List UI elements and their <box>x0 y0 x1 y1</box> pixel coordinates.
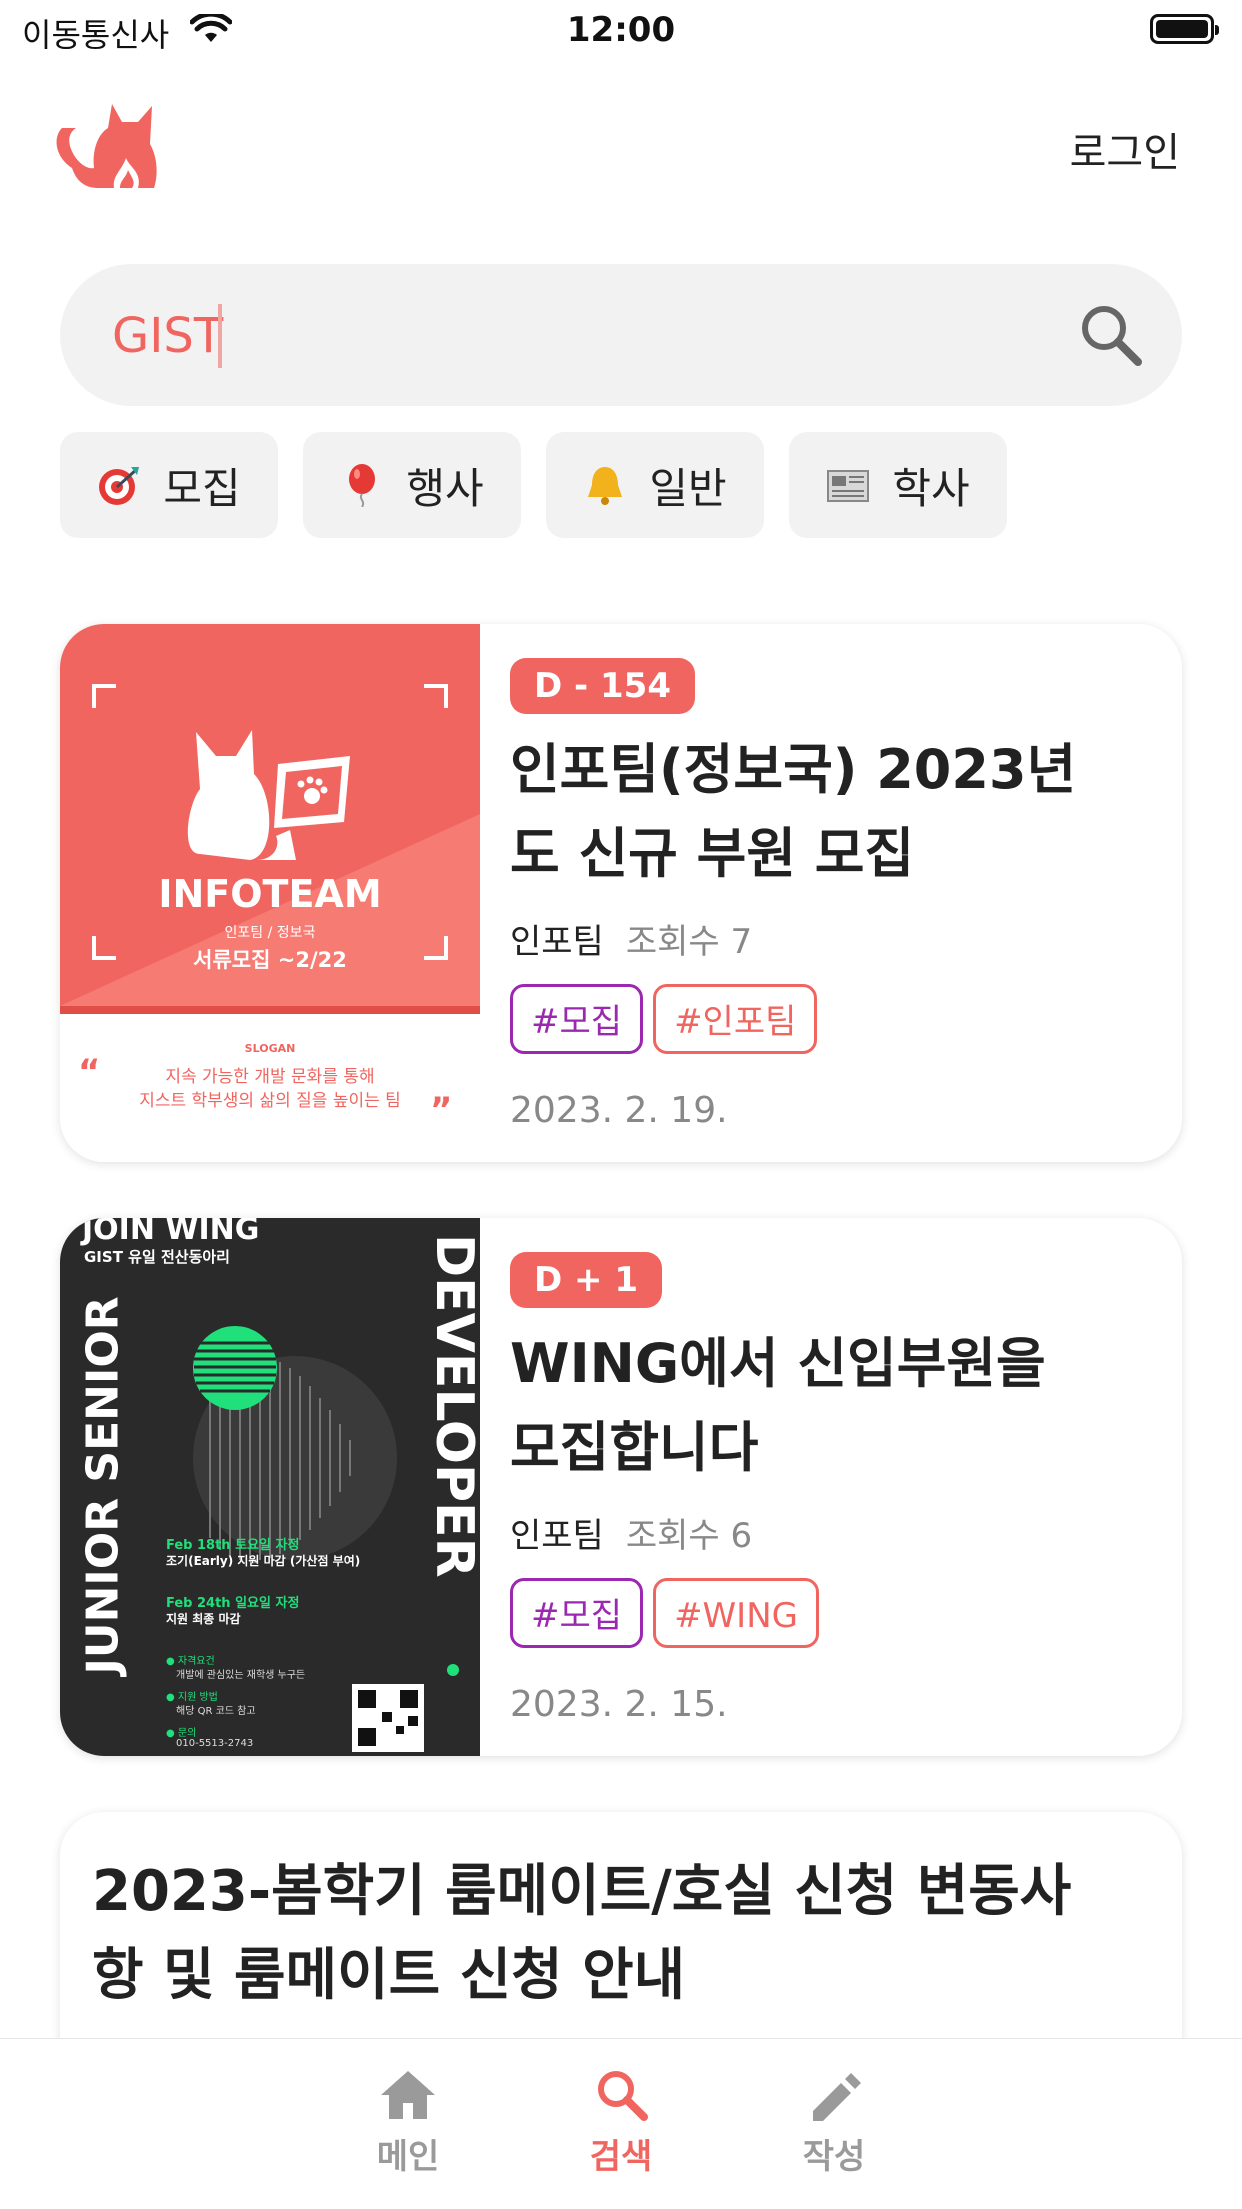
tab-label: 작성 <box>802 2137 866 2177</box>
poster-vertical-right: DEVELOPER <box>424 1234 484 1578</box>
login-link[interactable]: 로그인 <box>1070 120 1180 178</box>
post-meta: 인포팀 조회수 6 <box>510 1508 752 1557</box>
post-title: 2023-봄학기 룸메이트/호실 신청 변동사 항 및 룸메이트 신청 안내 <box>92 1850 1150 2018</box>
post-title: 인포팀(정보국) 2023년 도 신규 부원 모집 <box>510 728 1142 896</box>
pencil-icon <box>813 2073 861 2121</box>
poster-info2: ● 지원 방법 <box>166 1692 218 1703</box>
post-title-line1: 2023-봄학기 룸메이트/호실 신청 변동사 <box>92 1859 1072 1924</box>
post-views: 조회수 7 <box>625 922 753 962</box>
poster-slogan-label: SLOGAN <box>244 1042 296 1055</box>
bell-emoji-icon <box>588 467 623 505</box>
quote-close-icon: ” <box>430 1090 453 1130</box>
category-chip-general[interactable]: 일반 <box>546 432 764 538</box>
chip-label: 행사 <box>406 463 484 513</box>
category-chip-recruit[interactable]: 모집 <box>60 432 278 538</box>
post-views: 조회수 6 <box>625 1516 753 1556</box>
chip-label: 모집 <box>163 463 241 513</box>
poster-info1: ● 자격요건 <box>166 1656 215 1667</box>
tag-chip[interactable]: #인포팀 <box>653 984 818 1054</box>
poster-line1: Feb 18th 토요일 자정 <box>166 1538 300 1553</box>
post-tags: #모집 #인포팀 <box>510 984 827 1054</box>
poster-info3: ● 문의 <box>166 1728 197 1739</box>
post-title-line2: 모집합니다 <box>510 1416 759 1479</box>
tab-main[interactable]: 메인 <box>328 2067 488 2178</box>
post-title: WING에서 신입부원을 모집합니다 <box>510 1322 1142 1490</box>
target-emoji-icon <box>99 467 140 505</box>
poster-line3: Feb 24th 일요일 자정 <box>166 1596 300 1611</box>
search-input[interactable]: GIST <box>112 308 223 364</box>
tag-chip[interactable]: #모집 <box>510 984 644 1054</box>
post-title-line1: WING에서 신입부원을 <box>510 1332 1046 1395</box>
post-date: 2023. 2. 15. <box>510 1684 728 1725</box>
post-card[interactable]: INFOTEAM 인포팀 / 정보국 서류모집 ~2/22 SLOGAN 지속 … <box>60 624 1182 1162</box>
text-caret <box>218 304 222 368</box>
search-bar[interactable]: GIST <box>60 264 1182 406</box>
search-icon[interactable] <box>1076 300 1146 370</box>
dday-badge: D - 154 <box>510 658 695 714</box>
post-title-line2: 도 신규 부원 모집 <box>510 822 915 885</box>
search-icon <box>598 2071 648 2121</box>
dday-badge: D + 1 <box>510 1252 663 1308</box>
tab-write[interactable]: 작성 <box>754 2067 914 2178</box>
tab-label: 메인 <box>376 2137 440 2177</box>
poster-vertical-left: JUNIOR SENIOR <box>77 1296 129 1675</box>
poster-team-name: INFOTEAM <box>158 872 382 916</box>
status-bar: 이동통신사 12:00 <box>0 0 1242 62</box>
cat-logo-icon[interactable] <box>50 98 162 190</box>
post-meta: 인포팀 조회수 7 <box>510 914 752 963</box>
chip-label: 일반 <box>649 463 727 513</box>
tab-label: 검색 <box>589 2137 653 2177</box>
post-title-line1: 인포팀(정보국) 2023년 <box>510 738 1077 801</box>
poster-info2b: 해당 QR 코드 참고 <box>176 1706 256 1717</box>
tag-chip[interactable]: #모집 <box>510 1578 644 1648</box>
poster-head: JOIN WING <box>82 1218 260 1247</box>
poster-info3b: 010-5513-2743 <box>176 1738 254 1749</box>
newspaper-emoji-icon <box>827 470 870 502</box>
post-date: 2023. 2. 19. <box>510 1090 728 1131</box>
post-author: 인포팀 <box>510 922 604 962</box>
post-tags: #모집 #WING <box>510 1578 829 1648</box>
poster-club: GIST 유일 전산동아리 <box>84 1248 230 1266</box>
poster-line2: 조기(Early) 지원 마감 (가산점 부여) <box>166 1554 361 1568</box>
status-time: 12:00 <box>566 10 676 50</box>
poster-subtitle: 인포팀 / 정보국 <box>224 925 316 941</box>
tag-chip[interactable]: #WING <box>653 1578 819 1648</box>
post-title-line2: 항 및 룸메이트 신청 안내 <box>92 1943 686 2008</box>
category-chip-academic[interactable]: 학사 <box>789 432 1007 538</box>
tab-search[interactable]: 검색 <box>541 2067 701 2178</box>
poster-slogan-line2: 지스트 학부생의 삶의 질을 높이는 팀 <box>139 1091 401 1111</box>
post-author: 인포팀 <box>510 1516 604 1556</box>
balloon-emoji-icon <box>349 464 376 507</box>
poster-line4: 지원 최종 마감 <box>166 1612 241 1626</box>
quote-open-icon: “ <box>78 1052 101 1092</box>
poster-info1b: 개발에 관심있는 재학생 누구든 <box>176 1670 306 1681</box>
category-chip-event[interactable]: 행사 <box>303 432 521 538</box>
poster-slogan-line1: 지속 가능한 개발 문화를 통해 <box>165 1067 375 1087</box>
home-icon <box>381 2071 435 2119</box>
chip-label: 학사 <box>892 463 970 513</box>
post-card[interactable]: JOIN WING GIST 유일 전산동아리 JUNIOR SENIOR DE… <box>60 1218 1182 1756</box>
poster-deadline: 서류모집 ~2/22 <box>193 948 347 972</box>
bottom-tab-bar: 메인 검색 작성 <box>0 2038 1242 2209</box>
battery-icon <box>1150 14 1219 44</box>
